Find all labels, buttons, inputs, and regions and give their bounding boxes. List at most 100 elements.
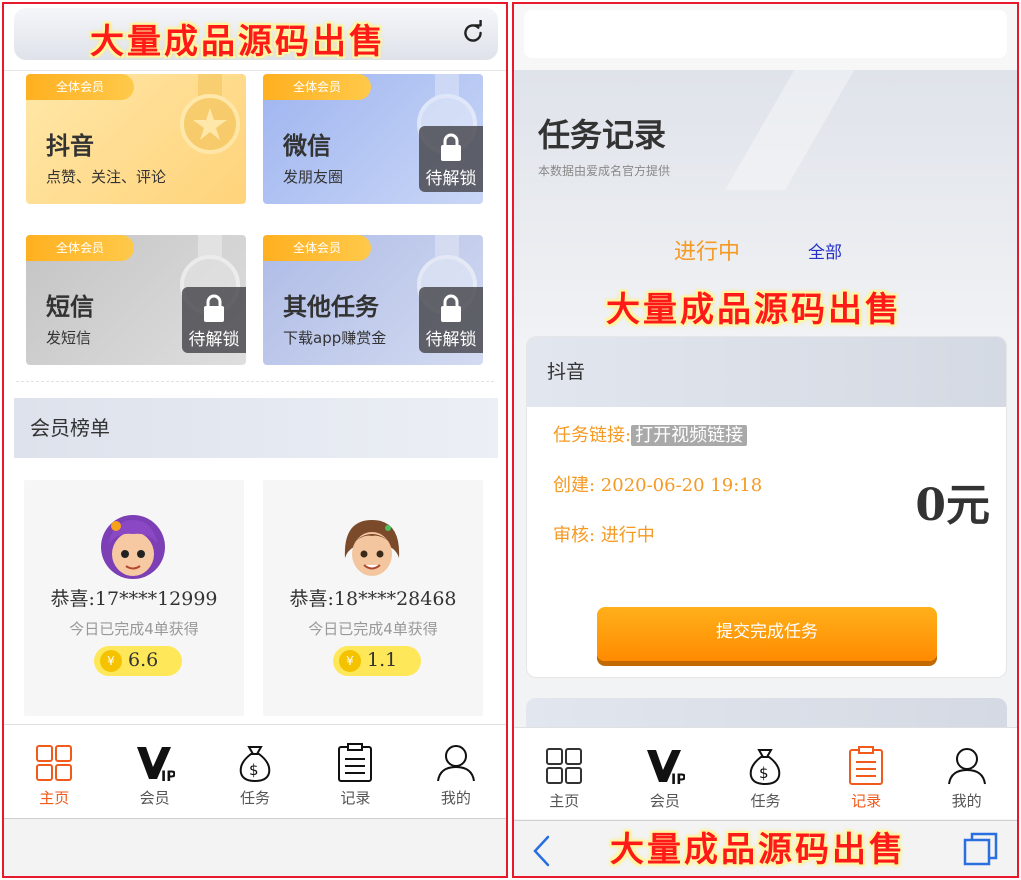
user-icon bbox=[436, 745, 475, 782]
member-tag: 全体会员 bbox=[26, 235, 134, 261]
browser-top-bar bbox=[514, 4, 1017, 70]
lock-label: 待解锁 bbox=[188, 330, 240, 350]
divider bbox=[4, 70, 506, 71]
home-grid-icon bbox=[36, 745, 73, 781]
task-card-weixin[interactable]: 全体会员 微信 发朋友圈 待解锁 bbox=[263, 74, 483, 204]
nav-task[interactable]: $ 任务 bbox=[205, 725, 305, 816]
reward-pill: ¥ 6.6 bbox=[94, 646, 182, 676]
nav-label: 任务 bbox=[750, 792, 781, 810]
section-title: 会员榜单 bbox=[14, 398, 498, 458]
nav-vip[interactable]: IP 会员 bbox=[104, 725, 204, 816]
card-subtitle: 下载app赚赏金 bbox=[283, 329, 387, 347]
task-card-other[interactable]: 全体会员 其他任务 下载app赚赏金 待解锁 bbox=[263, 235, 483, 365]
task-card-douyin[interactable]: 全体会员 抖音 点赞、关注、评论 bbox=[26, 74, 246, 204]
lock-icon bbox=[204, 294, 224, 322]
task-link-row: 任务链接: 打开视频链接 bbox=[553, 421, 748, 447]
page-subtitle: 本数据由爱成名官方提供 bbox=[538, 164, 671, 178]
coin-icon: ¥ bbox=[339, 650, 361, 672]
task-record-card: 抖音 任务链接: 打开视频链接 创建: 2020-06-20 19:18 审核: … bbox=[526, 336, 1007, 678]
member-desc: 今日已完成4单获得 bbox=[308, 620, 438, 638]
card-subtitle: 点赞、关注、评论 bbox=[46, 168, 167, 186]
card-subtitle: 发短信 bbox=[46, 329, 92, 347]
nav-vip[interactable]: IP 会员 bbox=[615, 728, 716, 819]
task-created: 创建: 2020-06-20 19:18 bbox=[553, 475, 763, 496]
member-name: 恭喜:17****12999 bbox=[50, 588, 218, 610]
member-name: 恭喜:18****28468 bbox=[289, 588, 457, 610]
svg-text:$: $ bbox=[249, 761, 259, 779]
card-title: 其他任务 bbox=[283, 293, 379, 321]
nav-label: 会员 bbox=[649, 792, 680, 810]
vip-icon: IP bbox=[646, 750, 685, 786]
browser-bottom-bar bbox=[4, 818, 506, 876]
svg-text:IP: IP bbox=[161, 769, 175, 783]
nav-label: 会员 bbox=[139, 789, 170, 807]
dashed-divider bbox=[16, 381, 494, 382]
watermark-banner: 大量成品源码出售 bbox=[610, 830, 906, 870]
tabs-icon[interactable] bbox=[963, 831, 999, 867]
page-title: 任务记录 bbox=[538, 116, 667, 154]
watermark-banner: 大量成品源码出售 bbox=[606, 290, 902, 330]
locked-overlay: 待解锁 bbox=[182, 287, 246, 353]
refresh-icon[interactable] bbox=[460, 20, 486, 46]
locked-overlay: 待解锁 bbox=[419, 126, 483, 192]
nav-mine[interactable]: 我的 bbox=[406, 725, 506, 816]
clipboard-icon bbox=[849, 746, 884, 785]
task-card-sms[interactable]: 全体会员 短信 发短信 待解锁 bbox=[26, 235, 246, 365]
gold-medal-icon bbox=[180, 74, 240, 154]
avatar bbox=[101, 515, 165, 579]
money-bag-icon: $ bbox=[239, 746, 271, 783]
task-platform: 抖音 bbox=[527, 337, 1006, 407]
bottom-nav: 主页 IP 会员 $ 任务 记录 我的 bbox=[514, 727, 1017, 819]
open-video-link[interactable]: 打开视频链接 bbox=[631, 425, 748, 446]
submit-task-button[interactable]: 提交完成任务 bbox=[597, 607, 937, 661]
nav-mine[interactable]: 我的 bbox=[916, 728, 1017, 819]
left-phone-screen: 大量成品源码出售 全体会员 抖音 点赞、关注、评论 全体会员 微信 发朋友圈 待… bbox=[2, 2, 508, 878]
member-tag: 全体会员 bbox=[26, 74, 134, 100]
card-title: 短信 bbox=[46, 293, 94, 321]
reward-amount: 1.1 bbox=[367, 649, 398, 671]
money-bag-icon: $ bbox=[750, 749, 781, 786]
svg-text:$: $ bbox=[759, 764, 769, 782]
task-review-status: 审核: 进行中 bbox=[553, 525, 655, 546]
nav-label: 主页 bbox=[39, 789, 70, 807]
nav-label: 记录 bbox=[851, 792, 882, 810]
back-arrow-icon[interactable] bbox=[530, 833, 552, 869]
lock-icon bbox=[441, 294, 461, 322]
vip-icon: IP bbox=[136, 747, 175, 783]
tab-in-progress[interactable]: 进行中 bbox=[674, 234, 740, 266]
right-phone-screen: 任务记录 本数据由爱成名官方提供 进行中 全部 大量成品源码出售 抖音 任务链接… bbox=[512, 2, 1019, 878]
nav-record[interactable]: 记录 bbox=[816, 728, 917, 819]
card-title: 抖音 bbox=[46, 132, 94, 160]
nav-label: 主页 bbox=[549, 792, 580, 810]
tab-all[interactable]: 全部 bbox=[808, 238, 842, 263]
nav-label: 任务 bbox=[240, 789, 271, 807]
member-desc: 今日已完成4单获得 bbox=[69, 620, 199, 638]
lock-label: 待解锁 bbox=[425, 330, 477, 350]
member-card: 恭喜:17****12999 今日已完成4单获得 ¥ 6.6 bbox=[24, 480, 244, 716]
card-title: 微信 bbox=[283, 132, 331, 160]
nav-label: 记录 bbox=[340, 789, 371, 807]
bottom-nav: 主页 IP 会员 $ 任务 记录 我的 bbox=[4, 724, 506, 816]
avatar bbox=[340, 515, 404, 579]
nav-task[interactable]: $ 任务 bbox=[715, 728, 816, 819]
member-tag: 全体会员 bbox=[263, 235, 371, 261]
address-bar[interactable] bbox=[524, 10, 1007, 58]
decorative-shape bbox=[725, 70, 1017, 190]
nav-label: 我的 bbox=[951, 792, 982, 810]
lock-label: 待解锁 bbox=[425, 169, 477, 189]
nav-home[interactable]: 主页 bbox=[4, 725, 104, 816]
clipboard-icon bbox=[338, 743, 373, 782]
card-subtitle: 发朋友圈 bbox=[283, 168, 344, 186]
member-card: 恭喜:18****28468 今日已完成4单获得 ¥ 1.1 bbox=[263, 480, 483, 716]
nav-record[interactable]: 记录 bbox=[305, 725, 405, 816]
nav-home[interactable]: 主页 bbox=[514, 728, 615, 819]
task-amount: 0元 bbox=[915, 480, 990, 531]
reward-pill: ¥ 1.1 bbox=[333, 646, 421, 676]
task-link-label: 任务链接: bbox=[553, 425, 632, 446]
coin-icon: ¥ bbox=[100, 650, 122, 672]
reward-amount: 6.6 bbox=[128, 649, 159, 671]
lock-icon bbox=[441, 133, 461, 161]
member-tag: 全体会员 bbox=[263, 74, 371, 100]
watermark-banner: 大量成品源码出售 bbox=[90, 22, 386, 62]
nav-label: 我的 bbox=[440, 789, 471, 807]
